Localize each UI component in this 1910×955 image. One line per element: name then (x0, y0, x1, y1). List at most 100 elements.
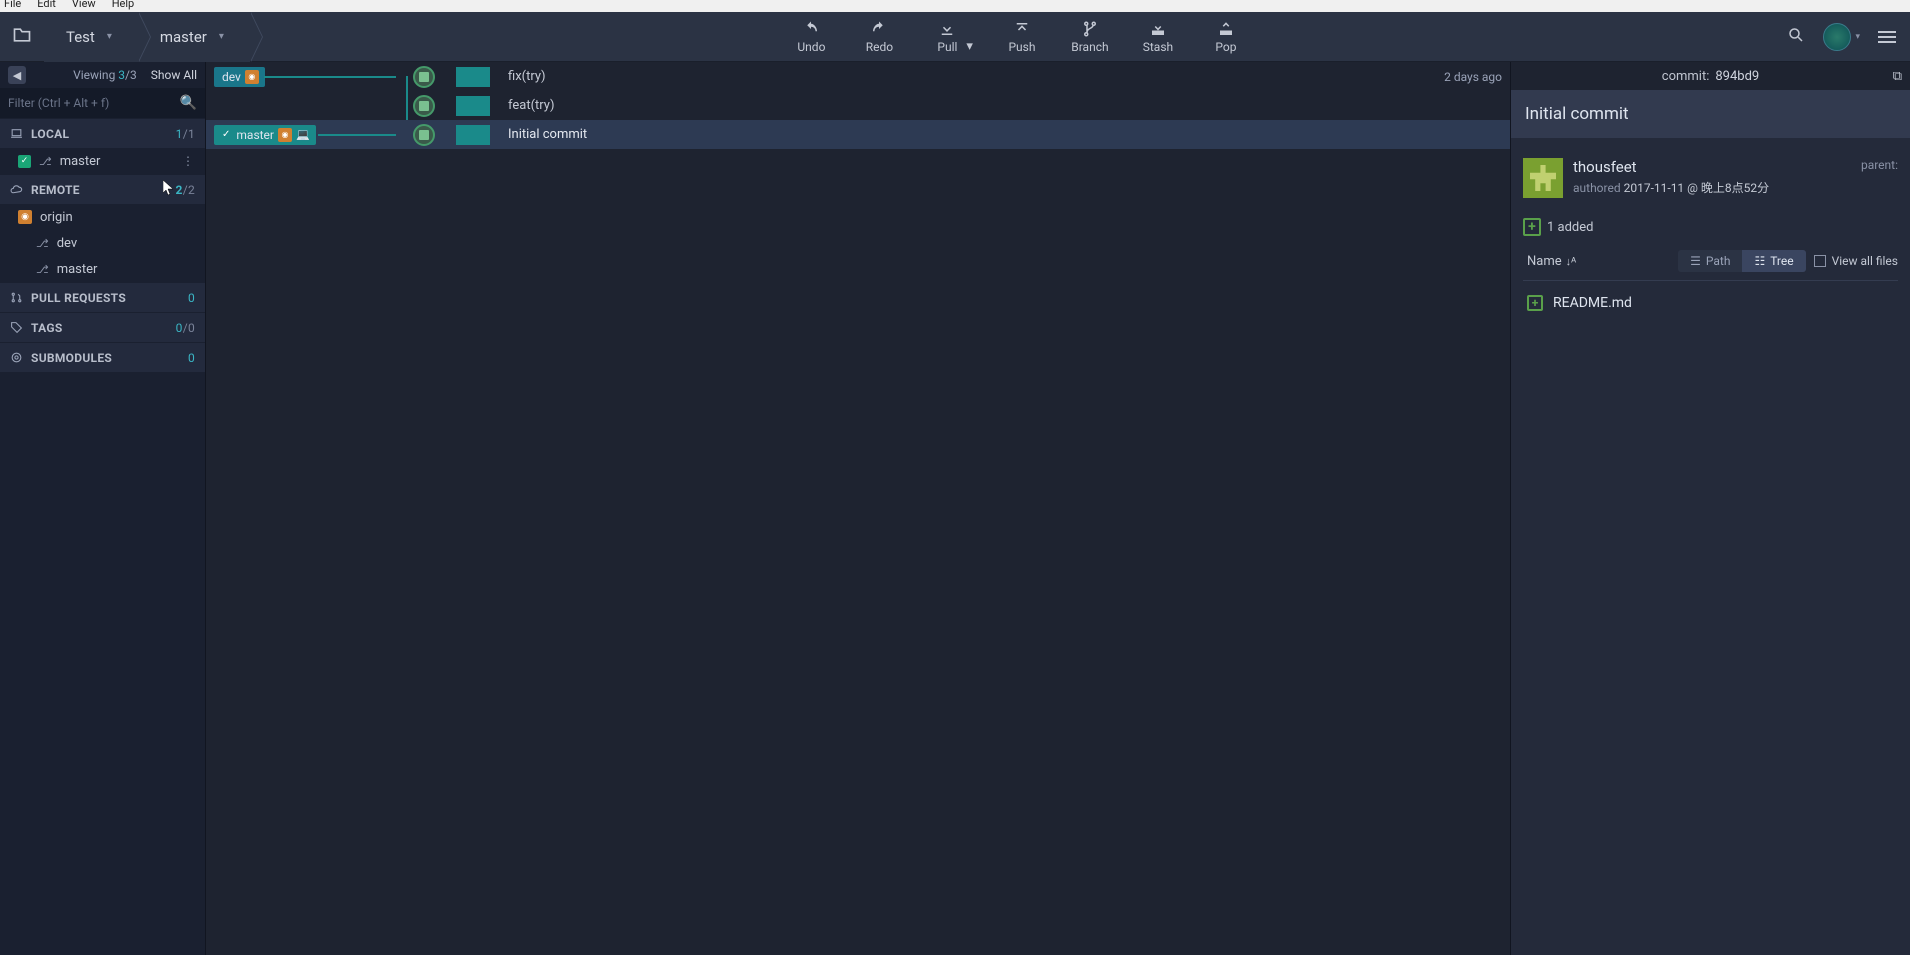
section-pull-requests[interactable]: PULL REQUESTS 0 (0, 282, 205, 312)
section-remote[interactable]: REMOTE 2/2 (0, 174, 205, 204)
breadcrumb-repo[interactable]: Test ▾ (44, 12, 138, 62)
pull-request-icon (10, 291, 23, 304)
graph-bar (456, 125, 490, 145)
remote-origin[interactable]: ◉ origin (0, 204, 205, 230)
show-all-button[interactable]: Show All (151, 68, 197, 82)
search-button[interactable] (1787, 26, 1805, 48)
undo-icon (801, 20, 821, 38)
redo-label: Redo (866, 40, 893, 54)
section-submodules[interactable]: SUBMODULES 0 (0, 342, 205, 372)
branch-label: Branch (1071, 40, 1108, 54)
breadcrumb-branch[interactable]: master ▾ (138, 12, 250, 62)
push-icon (1012, 20, 1032, 38)
section-tags[interactable]: TAGS 0/0 (0, 312, 205, 342)
sort-by-name[interactable]: Name ↓ᴬ (1527, 254, 1576, 269)
branch-name: dev (57, 236, 77, 251)
open-repo-button[interactable] (0, 25, 44, 49)
author-name: thousfeet (1573, 158, 1851, 176)
view-tree[interactable]: ☷ Tree (1742, 250, 1805, 272)
section-label: TAGS (31, 321, 63, 335)
parent-label: parent: (1861, 158, 1898, 172)
changed-file[interactable]: + README.md (1523, 289, 1898, 317)
redo-button[interactable]: Redo (860, 20, 898, 54)
remote-branch-dev[interactable]: ⎇ dev (0, 230, 205, 256)
check-icon: ✓ (222, 129, 230, 140)
open-external-icon[interactable]: ⧉ (1893, 69, 1902, 84)
pop-label: Pop (1215, 40, 1236, 54)
section-label: SUBMODULES (31, 351, 112, 365)
menu-button[interactable] (1878, 31, 1896, 43)
commit-row-selected[interactable]: ✓ master ◉ 💻 Initial commit (206, 120, 1510, 149)
view-all-files-toggle[interactable]: View all files (1814, 254, 1898, 268)
commit-node[interactable] (413, 124, 435, 146)
filter-input[interactable] (8, 96, 180, 110)
stash-button[interactable]: Stash (1139, 20, 1177, 54)
app-menubar[interactable]: File Edit View Help (0, 0, 1910, 12)
push-button[interactable]: Push (1003, 20, 1041, 54)
undo-button[interactable]: Undo (792, 20, 830, 54)
pull-button[interactable]: Pull (928, 20, 966, 54)
chevron-down-icon: ▾ (1855, 32, 1860, 42)
commit-hash[interactable]: 894bd9 (1715, 69, 1759, 84)
added-count: 1 added (1547, 220, 1594, 235)
branch-tag-dev[interactable]: dev ◉ (214, 67, 265, 87)
left-sidebar: ◀ Viewing 3/3 Show All 🔍 LOCAL 1/1 ✓ ⎇ m… (0, 62, 206, 955)
stash-label: Stash (1143, 40, 1173, 54)
menu-help[interactable]: Help (112, 0, 135, 8)
search-icon[interactable]: 🔍 (180, 95, 197, 111)
commit-row[interactable]: dev ◉ fix(try) 2 days ago (206, 62, 1510, 91)
breadcrumb-branch-label: master (160, 28, 207, 46)
header-toolbar: Test ▾ master ▾ Undo Redo Pull ▾ Push (0, 12, 1910, 62)
branch-tag-master[interactable]: ✓ master ◉ 💻 (214, 125, 316, 145)
chevron-down-icon: ▾ (219, 31, 224, 42)
remote-name: origin (40, 210, 73, 225)
section-local[interactable]: LOCAL 1/1 (0, 118, 205, 148)
back-button[interactable]: ◀ (8, 66, 26, 84)
commit-node[interactable] (413, 66, 435, 88)
chevron-down-icon[interactable]: ▾ (966, 39, 973, 54)
commit-detail-panel: commit: 894bd9 ⧉ Initial commit thousfee… (1510, 62, 1910, 955)
graph-line (264, 76, 396, 78)
profile-menu[interactable]: ▾ (1823, 23, 1860, 51)
branch-icon: ⎇ (36, 263, 49, 276)
viewing-indicator: Viewing 3/3 (73, 68, 137, 82)
laptop-icon: 💻 (296, 128, 310, 141)
local-branch-master[interactable]: ✓ ⎇ master ⋮ (0, 148, 205, 174)
menu-file[interactable]: File (4, 0, 21, 8)
section-label: REMOTE (31, 183, 80, 197)
menu-view[interactable]: View (72, 0, 96, 8)
commit-date: 2 days ago (1444, 70, 1510, 84)
added-icon: + (1527, 295, 1543, 311)
pop-button[interactable]: Pop (1207, 20, 1245, 54)
view-toggle: ☰ Path ☷ Tree (1678, 250, 1806, 272)
breadcrumb-repo-label: Test (66, 28, 95, 46)
authored-date: 2017-11-11 @ 晚上8点52分 (1624, 181, 1770, 195)
submodule-icon (10, 351, 23, 364)
commit-message: fix(try) (490, 69, 546, 84)
remote-branch-master[interactable]: ⎇ master (0, 256, 205, 282)
branch-button[interactable]: Branch (1071, 20, 1109, 54)
graph-bar (456, 96, 490, 116)
folder-icon (12, 25, 32, 49)
push-label: Push (1008, 40, 1035, 54)
tag-icon (10, 321, 23, 334)
avatar-icon (1823, 23, 1851, 51)
added-icon: + (1523, 218, 1541, 236)
stash-icon (1148, 20, 1168, 38)
laptop-icon (10, 127, 23, 140)
branch-name: master (57, 262, 98, 277)
commit-node[interactable] (413, 95, 435, 117)
menu-edit[interactable]: Edit (37, 0, 56, 8)
view-path[interactable]: ☰ Path (1678, 250, 1742, 272)
graph-bar (456, 67, 490, 87)
remote-icon: ◉ (18, 210, 32, 224)
commit-row[interactable]: feat(try) (206, 91, 1510, 120)
commit-message: Initial commit (490, 127, 587, 142)
detail-header: commit: 894bd9 ⧉ (1511, 62, 1910, 90)
cloud-icon (10, 183, 23, 196)
list-icon: ☰ (1690, 254, 1701, 268)
commit-message: feat(try) (490, 98, 554, 113)
undo-label: Undo (797, 40, 825, 54)
section-label: PULL REQUESTS (31, 291, 126, 305)
more-icon[interactable]: ⋮ (182, 154, 195, 168)
